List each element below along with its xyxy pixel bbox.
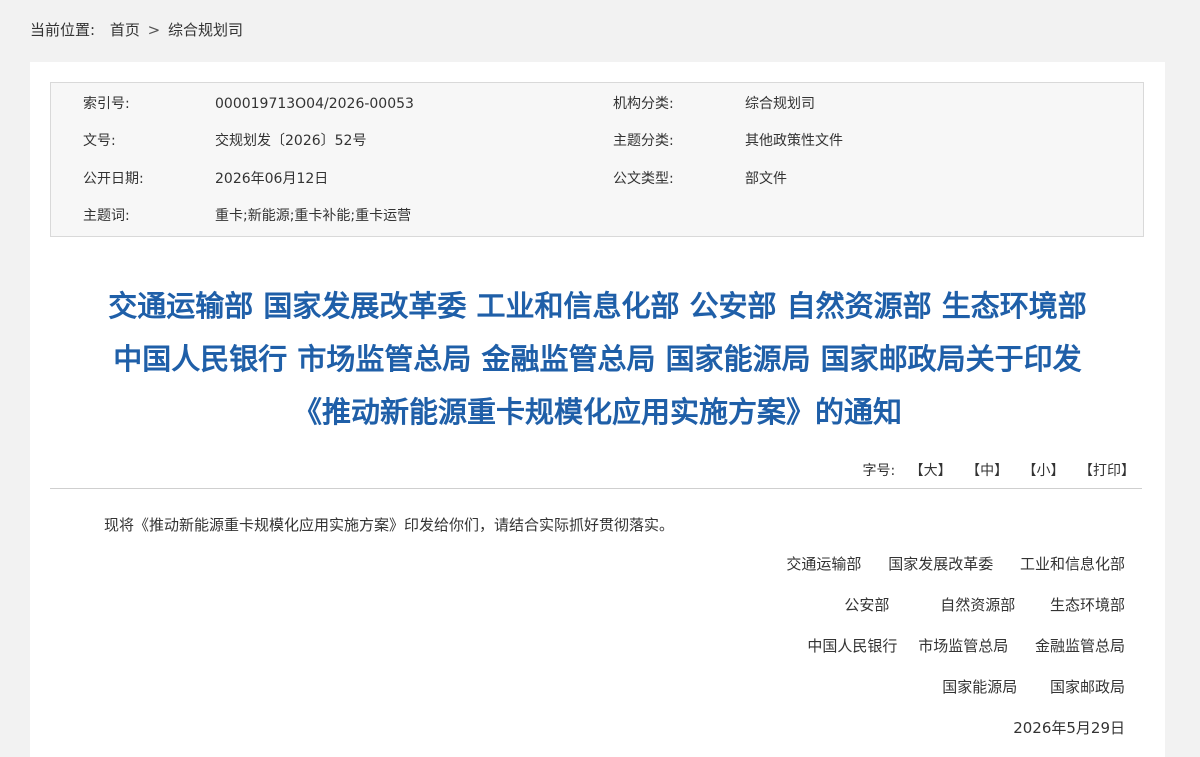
signatory: 国家能源局 [942,678,1018,696]
signatory-row-1: 交通运输部 国家发展改革委 工业和信息化部 [786,553,1125,575]
signatory: 工业和信息化部 [1019,555,1125,573]
meta-row-date: 公开日期: 2026年06月12日 公文类型: 部文件 [51,168,1143,190]
meta-row-keywords: 主题词: 重卡;新能源;重卡补能;重卡运营 [51,205,1143,227]
signatory-row-2: 公安部 自然资源部 生态环境部 [844,594,1125,616]
meta-org-label: 机构分类: [613,96,674,112]
font-size-label: 字号: [862,463,896,479]
breadcrumb: 当前位置: 首页 > 综合规划司 [30,19,243,41]
title-line-2: 中国人民银行 市场监管总局 金融监管总局 国家能源局 国家邮政局关于印发 [113,342,1082,376]
print-button[interactable]: 【打印】 [1079,463,1135,479]
meta-type-value: 部文件 [745,171,787,187]
signatory: 市场监管总局 [918,637,1009,655]
meta-keywords-label: 主题词: [83,208,130,224]
title-line-1: 交通运输部 国家发展改革委 工业和信息化部 公安部 自然资源部 生态环境部 [108,289,1087,323]
signatory: 交通运输部 [786,555,862,573]
meta-date-value: 2026年06月12日 [215,171,329,187]
meta-index-label: 索引号: [83,96,130,112]
meta-docno-label: 文号: [83,133,116,149]
breadcrumb-home-link[interactable]: 首页 [110,21,140,39]
document-meta-box: 索引号: 000019713O04/2026-00053 机构分类: 综合规划司… [50,82,1144,237]
meta-index-value: 000019713O04/2026-00053 [215,96,414,112]
font-size-small-button[interactable]: 【小】 [1023,463,1065,479]
meta-org-value: 综合规划司 [745,96,815,112]
signatory: 自然资源部 [940,596,1016,614]
meta-date-label: 公开日期: [83,171,144,187]
signatory-row-3: 中国人民银行 市场监管总局 金融监管总局 [807,635,1125,657]
signatory: 生态环境部 [1049,596,1125,614]
body-paragraph: 现将《推动新能源重卡规模化应用实施方案》印发给你们，请结合实际抓好贯彻落实。 [104,516,675,534]
content-divider [50,488,1142,489]
signature-date: 2026年5月29日 [1013,719,1125,737]
breadcrumb-prefix: 当前位置: [30,21,96,39]
meta-topic-label: 主题分类: [613,133,674,149]
meta-keywords-value: 重卡;新能源;重卡补能;重卡运营 [215,208,412,224]
signatory: 国家发展改革委 [888,555,994,573]
breadcrumb-current-link[interactable]: 综合规划司 [168,21,243,39]
signatory: 公安部 [844,596,890,614]
font-size-tools: 字号: 【大】 【中】 【小】 【打印】 [862,460,1135,482]
title-line-3: 《推动新能源重卡规模化应用实施方案》的通知 [292,395,902,429]
signatory: 国家邮政局 [1049,678,1125,696]
font-size-medium-button[interactable]: 【中】 [966,463,1008,479]
meta-row-index: 索引号: 000019713O04/2026-00053 机构分类: 综合规划司 [51,93,1143,115]
meta-type-label: 公文类型: [613,171,674,187]
meta-row-docno: 文号: 交规划发〔2026〕52号 主题分类: 其他政策性文件 [51,130,1143,152]
font-size-large-button[interactable]: 【大】 [910,463,952,479]
article-container: 索引号: 000019713O04/2026-00053 机构分类: 综合规划司… [30,62,1165,757]
meta-docno-value: 交规划发〔2026〕52号 [215,133,367,149]
signatory-row-4: 国家能源局 国家邮政局 [942,676,1125,698]
signatory: 中国人民银行 [807,637,898,655]
signatory: 金融监管总局 [1034,637,1125,655]
document-title: 交通运输部 国家发展改革委 工业和信息化部 公安部 自然资源部 生态环境部 中国… [30,280,1165,439]
meta-topic-value: 其他政策性文件 [745,133,843,149]
breadcrumb-separator: > [147,21,161,39]
